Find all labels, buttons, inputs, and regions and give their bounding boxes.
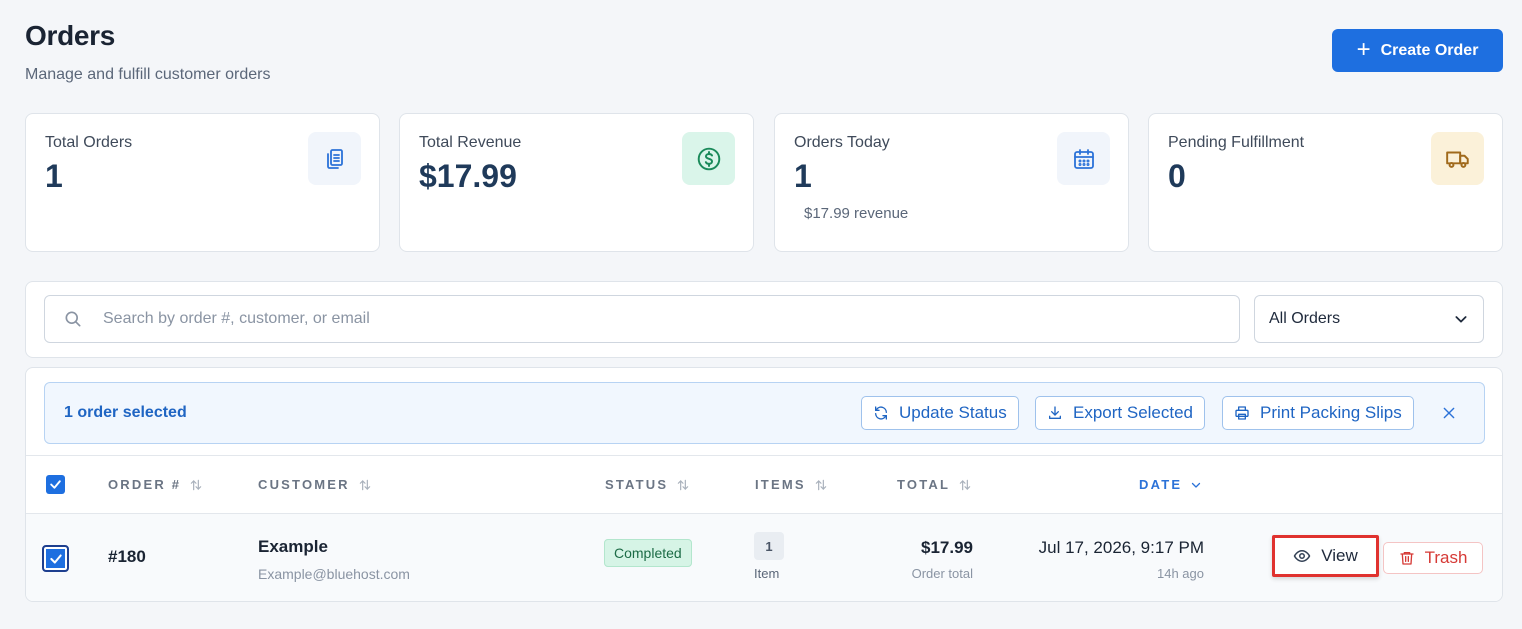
table-header: ORDER # CUSTOMER STATUS ITEMS TOTAL DATE	[26, 455, 1502, 514]
sort-icon	[190, 479, 202, 490]
order-total-label: Order total	[911, 566, 973, 581]
bulk-actions-bar: 1 order selected Update Status Export Se…	[44, 382, 1485, 444]
sort-icon	[815, 479, 826, 490]
orders-table-panel: 1 order selected Update Status Export Se…	[25, 367, 1503, 602]
selection-count: 1 order selected	[64, 404, 187, 421]
truck-icon	[1431, 132, 1484, 185]
row-checkbox[interactable]	[42, 545, 69, 572]
trash-button[interactable]: Trash	[1383, 542, 1483, 574]
column-label: ITEMS	[755, 477, 806, 492]
customer-name: Example	[258, 537, 328, 556]
download-icon	[1049, 406, 1061, 419]
clipboard-icon	[308, 132, 361, 185]
customer-cell: Example Example@bluehost.com	[258, 537, 410, 582]
items-label: Item	[754, 566, 780, 581]
calendar-icon	[1057, 132, 1110, 185]
customer-email: Example@bluehost.com	[258, 566, 410, 582]
create-order-button[interactable]: + Create Order	[1332, 29, 1503, 72]
search-panel: All Orders	[25, 281, 1503, 358]
print-packing-slips-button[interactable]: Print Packing Slips	[1222, 396, 1414, 430]
page-title: Orders	[25, 20, 116, 51]
order-number[interactable]: #180	[108, 547, 146, 567]
column-header-items[interactable]: ITEMS	[755, 477, 828, 492]
stat-card-pending-fulfillment: Pending Fulfillment 0	[1148, 113, 1503, 252]
column-label: STATUS	[605, 477, 669, 492]
export-selected-label: Export Selected	[1073, 403, 1194, 422]
total-cell: $17.99 Order total	[873, 538, 973, 581]
items-cell: 1 Item	[754, 532, 784, 581]
close-icon[interactable]	[1437, 401, 1461, 425]
column-header-order[interactable]: ORDER #	[108, 477, 203, 492]
sort-icon	[359, 479, 371, 490]
print-packing-slips-label: Print Packing Slips	[1260, 403, 1402, 422]
column-header-total[interactable]: TOTAL	[897, 477, 972, 492]
search-box	[44, 295, 1240, 343]
trash-icon	[1399, 552, 1414, 565]
create-order-label: Create Order	[1380, 41, 1479, 59]
column-header-customer[interactable]: CUSTOMER	[258, 477, 372, 492]
column-label: ORDER #	[108, 477, 182, 492]
check-icon	[50, 480, 61, 489]
status-badge: Completed	[604, 539, 692, 567]
printer-icon	[1235, 406, 1249, 420]
check-icon	[49, 553, 62, 564]
view-button[interactable]: View	[1272, 535, 1379, 577]
order-filter-select[interactable]: All Orders	[1254, 295, 1484, 343]
trash-label: Trash	[1424, 548, 1468, 567]
chevron-down-icon	[1192, 482, 1201, 488]
view-label: View	[1321, 546, 1358, 565]
column-label: TOTAL	[897, 477, 951, 492]
column-header-date[interactable]: DATE	[1139, 477, 1202, 492]
page-subtitle: Manage and fulfill customer orders	[25, 66, 271, 83]
items-count-badge: 1	[754, 532, 784, 560]
column-label: CUSTOMER	[258, 477, 350, 492]
chevron-down-icon	[1455, 316, 1467, 323]
status-cell: Completed	[604, 539, 692, 567]
stat-card-orders-today: Orders Today 1 $17.99 revenue	[774, 113, 1129, 252]
order-date: Jul 17, 2026, 9:17 PM	[1038, 538, 1204, 557]
order-total: $17.99	[921, 538, 973, 557]
refresh-icon	[875, 406, 887, 420]
dollar-icon	[682, 132, 735, 185]
update-status-button[interactable]: Update Status	[861, 396, 1019, 430]
table-row[interactable]: #180 Example Example@bluehost.com Comple…	[26, 514, 1502, 601]
search-input[interactable]	[103, 310, 1203, 328]
stat-card-total-revenue: Total Revenue $17.99	[399, 113, 754, 252]
select-all-checkbox[interactable]	[46, 475, 65, 494]
eye-icon	[1293, 550, 1311, 562]
sort-icon	[678, 479, 689, 490]
stat-card-total-orders: Total Orders 1	[25, 113, 380, 252]
plus-icon: +	[1356, 35, 1371, 63]
column-label: DATE	[1139, 477, 1183, 492]
column-header-status[interactable]: STATUS	[605, 477, 690, 492]
stat-sub: $17.99 revenue	[804, 205, 909, 222]
order-relative-time: 14h ago	[1157, 566, 1204, 581]
sort-icon	[959, 479, 971, 490]
export-selected-button[interactable]: Export Selected	[1035, 396, 1206, 430]
date-cell: Jul 17, 2026, 9:17 PM 14h ago	[1004, 538, 1204, 581]
page-header: Orders Manage and fulfill customer order…	[25, 20, 270, 84]
update-status-label: Update Status	[899, 403, 1007, 422]
filter-value: All Orders	[1269, 310, 1341, 327]
search-icon	[65, 311, 81, 327]
